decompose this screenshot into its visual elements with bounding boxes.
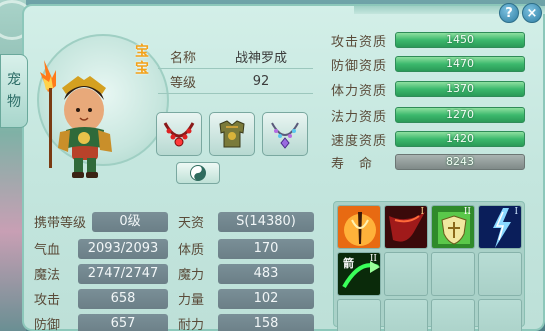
aptitude-row-mana: 法力资质 1270 bbox=[331, 106, 525, 125]
pet-level-row: 等级 92 bbox=[155, 70, 311, 92]
aptitude-bar: 1420 bbox=[395, 131, 525, 147]
attr-row-hp: 气血 2093/2093 体质 170 bbox=[34, 238, 314, 259]
skill-slot-empty[interactable] bbox=[478, 299, 522, 331]
divider bbox=[158, 68, 313, 69]
skill-slot-empty[interactable] bbox=[384, 252, 428, 296]
close-button[interactable]: × bbox=[522, 3, 542, 23]
skill-slot-empty[interactable] bbox=[384, 299, 428, 331]
sword-slash-skill-icon bbox=[338, 206, 380, 248]
baby-pet-badge: 宝宝 bbox=[135, 44, 149, 77]
attr-value: 658 bbox=[78, 288, 168, 309]
skill-slot-2[interactable]: I bbox=[384, 205, 428, 249]
skill-tier: I bbox=[514, 207, 518, 217]
skill-slot-4[interactable]: I bbox=[478, 205, 522, 249]
pet-portrait-image[interactable] bbox=[30, 52, 135, 182]
lifespan-row: 寿 命 8243 bbox=[331, 153, 525, 172]
aptitude-row-defense: 防御资质 1470 bbox=[331, 55, 525, 74]
pet-level: 92 bbox=[252, 73, 270, 89]
attr-row-attack: 攻击 658 力量 102 bbox=[34, 288, 314, 309]
pet-name-row: 名称 战神罗成 bbox=[155, 45, 311, 67]
aptitude-label: 攻击资质 bbox=[331, 34, 388, 50]
level-label: 等级 bbox=[169, 75, 196, 91]
equipment-slot-2[interactable] bbox=[209, 112, 255, 156]
skill-tier: II bbox=[463, 207, 471, 217]
skill-tier: II bbox=[369, 254, 377, 264]
tab-pet[interactable]: 宠 物 bbox=[0, 54, 28, 128]
attr-value: 657 bbox=[78, 313, 168, 331]
tab-pet-char-1: 宠 bbox=[7, 72, 21, 88]
attr-value: 158 bbox=[218, 313, 314, 331]
lifespan-label: 寿 命 bbox=[331, 156, 374, 172]
attr-label: 体质 bbox=[178, 243, 205, 258]
pet-name: 战神罗成 bbox=[234, 50, 287, 66]
divider bbox=[158, 93, 313, 94]
attr-label: 魔力 bbox=[178, 268, 205, 283]
aptitude-bar: 1270 bbox=[395, 107, 525, 123]
aptitude-bar: 1470 bbox=[395, 56, 525, 72]
attr-value: 102 bbox=[218, 288, 314, 309]
attr-row-defense: 防御 657 耐力 158 bbox=[34, 313, 314, 331]
skill-slot-5[interactable]: 箭 II bbox=[337, 252, 381, 296]
aptitude-label: 法力资质 bbox=[331, 109, 388, 125]
attr-label: 防御 bbox=[34, 318, 61, 331]
help-button[interactable]: ? bbox=[499, 3, 519, 23]
lifespan-bar: 8243 bbox=[395, 154, 525, 170]
skill-slot-empty[interactable] bbox=[337, 299, 381, 331]
name-label: 名称 bbox=[169, 50, 196, 66]
attr-label: 攻击 bbox=[34, 293, 61, 308]
attr-value: 0级 bbox=[92, 211, 168, 232]
attr-value: S(14380) bbox=[218, 211, 314, 232]
skill-label: 箭 bbox=[343, 257, 354, 270]
skill-slot-1[interactable] bbox=[337, 205, 381, 249]
attr-value: 2093/2093 bbox=[78, 238, 168, 259]
attr-value: 2747/2747 bbox=[78, 263, 168, 284]
attr-label: 携带等级 bbox=[34, 216, 87, 231]
attr-value: 483 bbox=[218, 263, 314, 284]
attr-row-carry-level: 携带等级 0级 天资 S(14380) bbox=[34, 211, 314, 232]
yin-yang-icon bbox=[190, 165, 206, 181]
attr-label: 力量 bbox=[178, 293, 205, 308]
skill-slot-empty[interactable] bbox=[431, 299, 475, 331]
attr-label: 魔法 bbox=[34, 268, 61, 283]
aptitude-label: 体力资质 bbox=[331, 83, 388, 99]
aptitude-row-stamina: 体力资质 1370 bbox=[331, 80, 525, 99]
skill-slot-3[interactable]: II bbox=[431, 205, 475, 249]
aptitude-row-attack: 攻击资质 1450 bbox=[331, 31, 525, 50]
aptitude-bar: 1370 bbox=[395, 81, 525, 97]
skill-tier: I bbox=[420, 207, 424, 217]
skill-slot-empty[interactable] bbox=[478, 252, 522, 296]
equipment-slot-1[interactable] bbox=[156, 112, 202, 156]
gem-necklace-icon bbox=[271, 122, 299, 149]
equipment-slot-3[interactable] bbox=[262, 112, 308, 156]
attr-label: 气血 bbox=[34, 243, 61, 258]
golden-armor-icon bbox=[219, 120, 245, 148]
aptitude-label: 速度资质 bbox=[331, 133, 388, 149]
aptitude-label: 防御资质 bbox=[331, 58, 388, 74]
attr-value: 170 bbox=[218, 238, 314, 259]
tab-pet-char-2: 物 bbox=[7, 94, 21, 110]
attr-row-mp: 魔法 2747/2747 魔力 483 bbox=[34, 263, 314, 284]
aptitude-row-speed: 速度资质 1420 bbox=[331, 130, 525, 149]
ruby-necklace-icon bbox=[163, 122, 195, 147]
skill-slot-empty[interactable] bbox=[431, 252, 475, 296]
attr-label: 耐力 bbox=[178, 318, 205, 331]
attr-label: 天资 bbox=[178, 216, 205, 231]
attribute-toggle-button[interactable] bbox=[176, 162, 220, 184]
aptitude-bar: 1450 bbox=[395, 32, 525, 48]
